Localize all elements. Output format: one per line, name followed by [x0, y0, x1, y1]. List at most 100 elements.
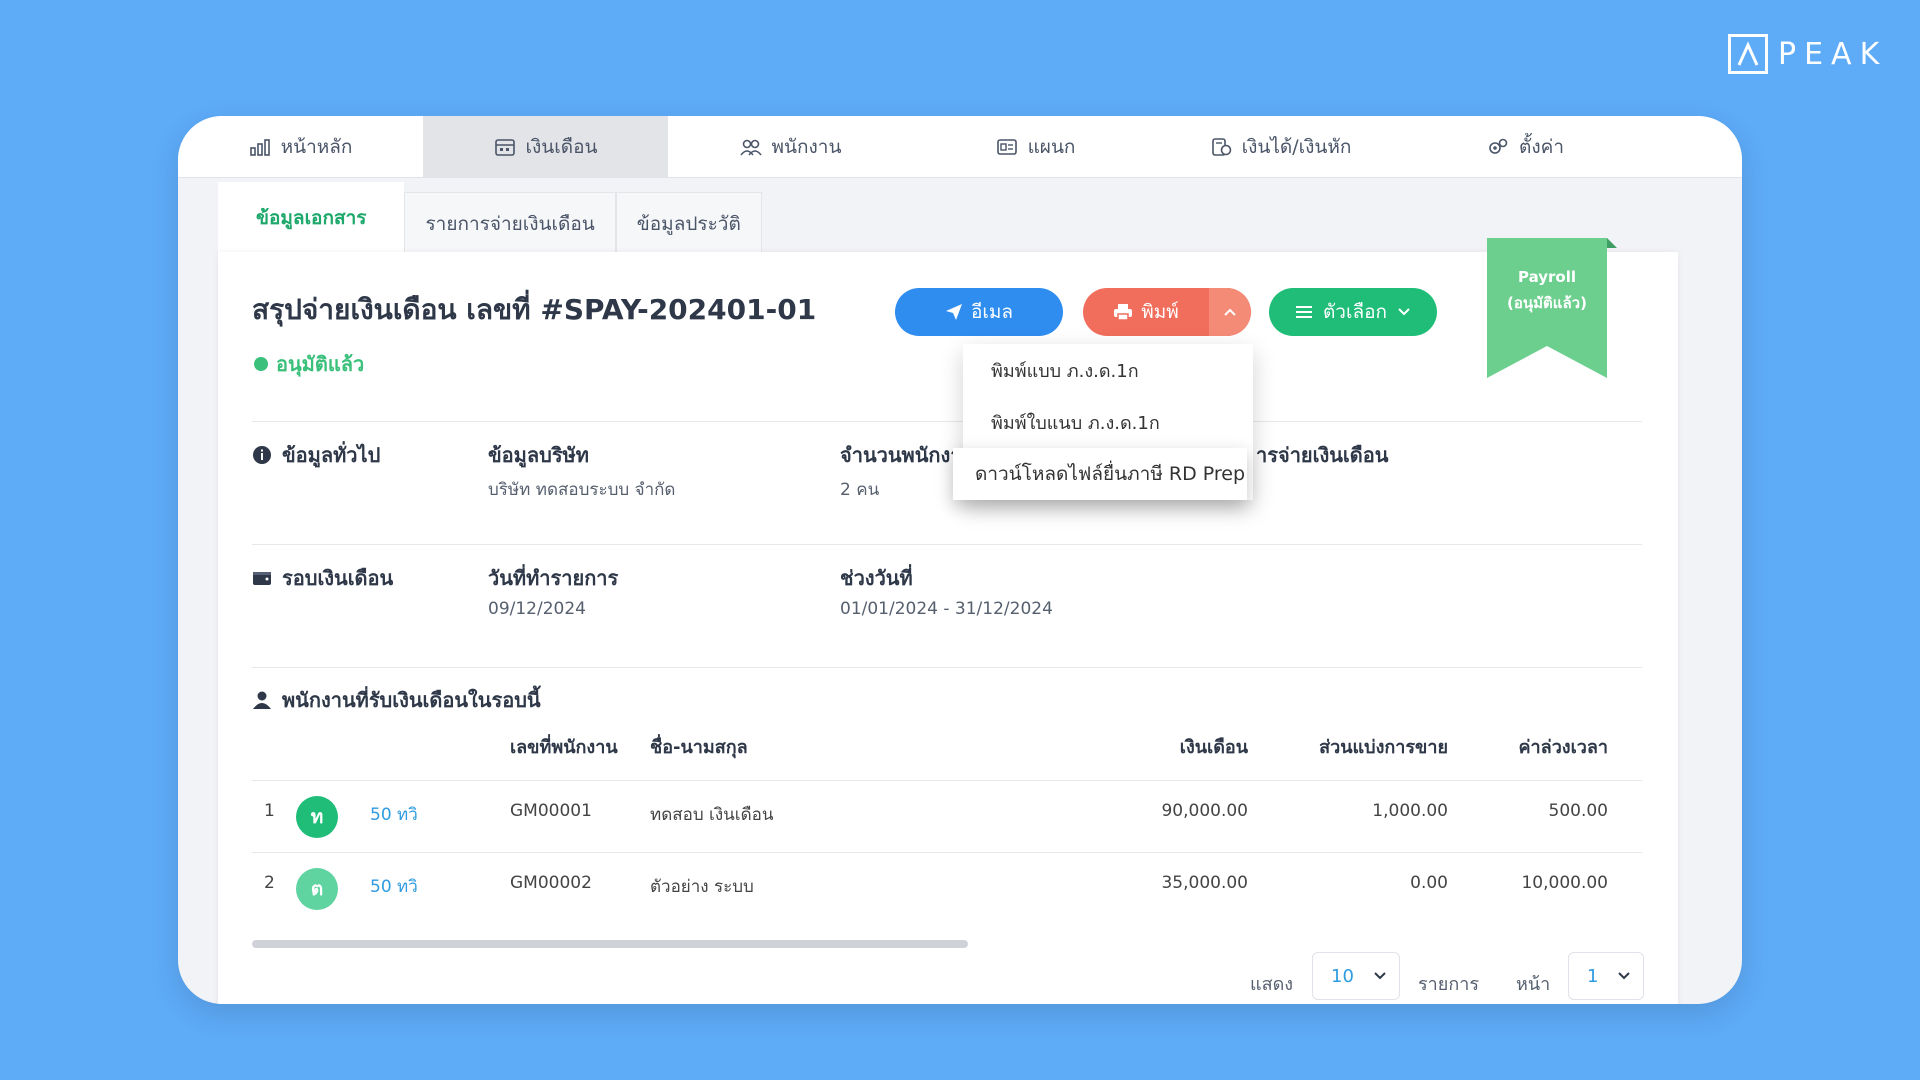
nav-home-label: หน้าหลัก	[280, 135, 353, 158]
table-divider	[252, 852, 1642, 853]
employee-id: GM00002	[510, 873, 592, 893]
employee-count-label: จำนวนพนักงา	[840, 443, 962, 467]
page-select[interactable]: 1	[1568, 952, 1644, 1000]
people-icon	[739, 139, 762, 156]
status-badge: อนุมัติแล้ว	[254, 348, 364, 380]
nav-employees-label: พนักงาน	[771, 135, 842, 158]
ribbon-text: Payroll (อนุมัติแล้ว)	[1487, 264, 1607, 316]
nav-settings[interactable]: ตั้งค่า	[1403, 116, 1648, 177]
ribbon-line2: (อนุมัติแล้ว)	[1507, 294, 1587, 312]
email-button-label: อีเมล	[970, 301, 1014, 323]
horizontal-scrollbar[interactable]	[252, 940, 968, 948]
date-range-value: 01/01/2024 - 31/12/2024	[840, 599, 1053, 619]
options-button[interactable]: ตัวเลือก	[1269, 288, 1437, 336]
column-header-salary[interactable]: เงินเดือน	[1098, 732, 1248, 761]
employee-id: GM00001	[510, 801, 592, 821]
transaction-date-label: วันที่ทำรายการ	[488, 566, 619, 590]
id-card-icon	[996, 138, 1017, 155]
divider	[252, 421, 1642, 422]
printer-icon	[1114, 304, 1133, 321]
app-window: หน้าหลัก เงินเดือน พนักงาน แผนก เงินได้/…	[178, 116, 1742, 1004]
nav-income-deduction-label: เงินได้/เงินหัก	[1241, 135, 1352, 158]
column-header-overtime[interactable]: ค่าล่วงเวลา	[1458, 732, 1608, 761]
calendar-icon	[494, 138, 515, 156]
print-button-label: พิมพ์	[1141, 301, 1179, 323]
divider	[252, 667, 1642, 668]
info-icon	[253, 446, 271, 464]
salary-value: 90,000.00	[1161, 801, 1248, 821]
page-size-value: 10	[1331, 965, 1354, 987]
status-dot-icon	[254, 357, 268, 371]
top-navigation: หน้าหลัก เงินเดือน พนักงาน แผนก เงินได้/…	[178, 116, 1742, 178]
peak-logo-text: PEAK	[1778, 36, 1888, 72]
nav-settings-label: ตั้งค่า	[1519, 135, 1564, 158]
tax-form-link[interactable]: 50 ทวิ	[370, 873, 418, 900]
company-info-value: บริษัท ทดสอบระบบ จำกัด	[488, 480, 676, 500]
page-label: หน้า	[1516, 974, 1551, 995]
tab-payroll-list[interactable]: รายการจ่ายเงินเดือน	[404, 192, 616, 254]
salary-value: 35,000.00	[1161, 873, 1248, 893]
print-button-group: พิมพ์	[1083, 288, 1251, 336]
items-label: รายการ	[1418, 974, 1479, 995]
row-number: 1	[264, 801, 275, 821]
nav-payroll[interactable]: เงินเดือน	[423, 116, 668, 177]
employee-name: ทดสอบ เงินเดือน	[650, 805, 774, 825]
column-header-name[interactable]: ชื่อ-นามสกุล	[650, 732, 748, 761]
transaction-date-value: 09/12/2024	[488, 599, 586, 619]
commission-value: 0.00	[1410, 873, 1448, 893]
money-icon	[1211, 137, 1231, 156]
send-icon	[945, 304, 962, 320]
page-size-select[interactable]: 10	[1312, 952, 1400, 1000]
general-info-title: ข้อมูลทั่วไป	[282, 443, 381, 467]
chart-icon	[249, 138, 270, 156]
peak-logo-mark-icon	[1728, 34, 1768, 74]
overtime-value: 500.00	[1548, 801, 1608, 821]
column-header-emp-id[interactable]: เลขที่พนักงาน	[510, 732, 618, 761]
employees-section-title: พนักงานที่รับเงินเดือนในรอบนี้	[282, 688, 541, 712]
options-button-label: ตัวเลือก	[1322, 301, 1388, 323]
table-divider	[252, 780, 1642, 781]
document-subtabs: ข้อมูลเอกสาร รายการจ่ายเงินเดือน ข้อมูลป…	[218, 182, 762, 254]
nav-home[interactable]: หน้าหลัก	[178, 116, 423, 177]
menu-icon	[1295, 306, 1312, 318]
chevron-down-icon	[1374, 972, 1386, 980]
menu-item-print-pnd1a-attachment[interactable]: พิมพ์ใบแนบ ภ.ง.ด.1ก	[963, 396, 1253, 448]
nav-employees[interactable]: พนักงาน	[668, 116, 913, 177]
page-title: สรุปจ่ายเงินเดือน เลขที่ #SPAY-202401-01	[252, 293, 817, 326]
payroll-cycle-heading: รอบเงินเดือน	[252, 562, 393, 594]
nav-departments[interactable]: แผนก	[913, 116, 1158, 177]
email-button[interactable]: อีเมล	[895, 288, 1063, 336]
menu-item-print-pnd1a[interactable]: พิมพ์แบบ ภ.ง.ด.1ก	[963, 344, 1253, 396]
payment-label: ารจ่ายเงินเดือน	[1256, 443, 1389, 467]
print-menu-toggle[interactable]	[1209, 288, 1251, 336]
general-info-heading: ข้อมูลทั่วไป	[252, 439, 380, 471]
date-range-label: ช่วงวันที่	[840, 566, 913, 590]
chevron-down-icon	[1398, 308, 1410, 316]
tab-document-info[interactable]: ข้อมูลเอกสาร	[218, 182, 405, 254]
chevron-up-icon	[1224, 308, 1236, 316]
nav-income-deduction[interactable]: เงินได้/เงินหัก	[1158, 116, 1403, 177]
divider	[252, 544, 1642, 545]
peak-logo: PEAK	[1728, 34, 1887, 74]
overtime-value: 10,000.00	[1521, 873, 1608, 893]
user-icon	[253, 691, 271, 709]
gear-icon	[1489, 138, 1508, 154]
nav-departments-label: แผนก	[1027, 135, 1076, 158]
employee-count-value: 2 คน	[840, 480, 880, 500]
commission-value: 1,000.00	[1372, 801, 1448, 821]
menu-item-download-rd-prep[interactable]: ดาวน์โหลดไฟล์ยื่นภาษี RD Prep	[953, 448, 1247, 500]
show-label: แสดง	[1250, 974, 1294, 995]
avatar: ต	[296, 868, 338, 910]
print-button[interactable]: พิมพ์	[1083, 288, 1209, 336]
status-label: อนุมัติแล้ว	[276, 352, 365, 376]
payroll-cycle-title: รอบเงินเดือน	[282, 566, 394, 590]
tax-form-link[interactable]: 50 ทวิ	[370, 801, 418, 828]
employee-name: ตัวอย่าง ระบบ	[650, 877, 754, 897]
employees-section-heading: พนักงานที่รับเงินเดือนในรอบนี้	[252, 684, 541, 716]
page-value: 1	[1587, 965, 1599, 987]
nav-payroll-label: เงินเดือน	[525, 135, 598, 158]
chevron-down-icon	[1618, 972, 1630, 980]
column-header-commission[interactable]: ส่วนแบ่งการขาย	[1238, 732, 1448, 761]
company-info-label: ข้อมูลบริษัท	[488, 443, 589, 467]
tab-history[interactable]: ข้อมูลประวัติ	[615, 192, 762, 254]
